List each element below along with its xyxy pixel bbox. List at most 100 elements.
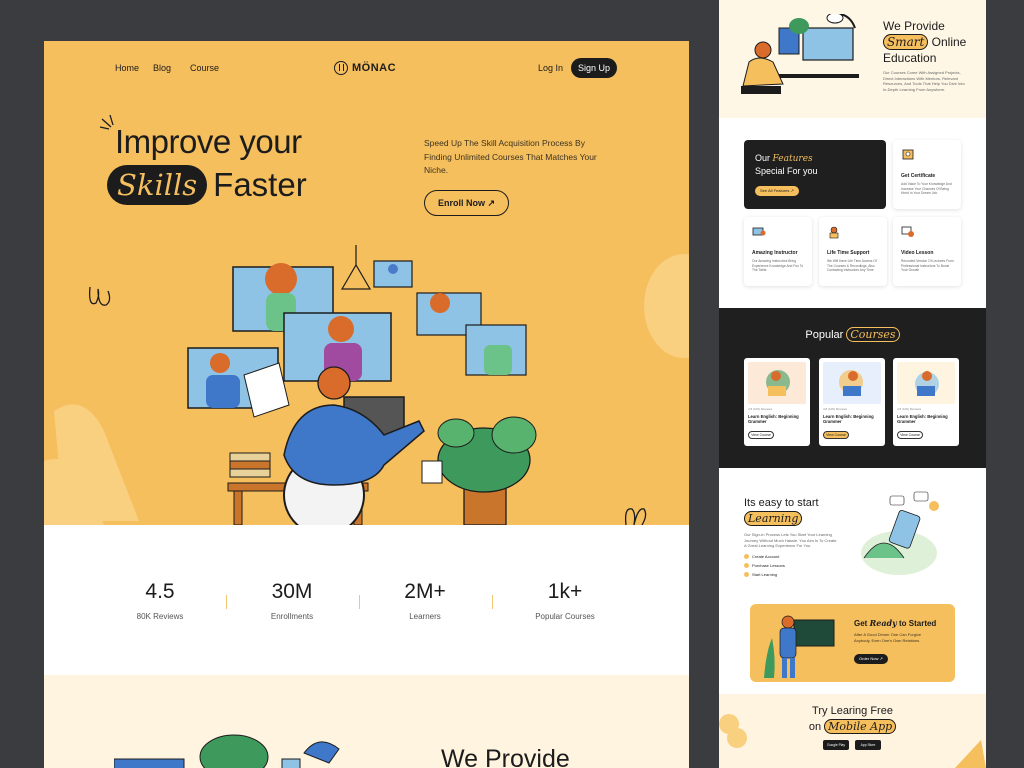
- step-label: Purchase Lessons: [752, 563, 785, 568]
- brand-name: MÖNAC: [352, 62, 397, 74]
- features-heading-pre: Our: [755, 153, 771, 163]
- provide-heading-post: Online: [931, 35, 967, 49]
- feature-title: Life Time Support: [827, 250, 870, 256]
- view-course-button[interactable]: View Course: [897, 431, 923, 439]
- squiggle-icon-bottom: [624, 508, 647, 525]
- course-card[interactable]: 4.8 (100) Reviews Learn English: Beginni…: [893, 358, 959, 446]
- hero-title-line2: Skills Faster: [107, 165, 307, 205]
- app-section: Try Learing Free on Mobile App Google Pl…: [719, 694, 986, 768]
- google-play-button[interactable]: Google Play: [823, 740, 849, 750]
- ready-heading-pre: Get: [854, 619, 868, 628]
- course-card[interactable]: 4.8 (100) Reviews Learn English: Beginni…: [744, 358, 810, 446]
- feature-card-video: Video Lesson Recorded Version Of Lecture…: [893, 217, 961, 286]
- provide-section-preview: We Provide: [44, 675, 689, 768]
- getting-started-section: Its easy to start Learning Our Sign-In P…: [719, 468, 986, 768]
- course-card[interactable]: 4.8 (100) Reviews Learn English: Beginni…: [819, 358, 885, 446]
- app-store-button[interactable]: App Store: [855, 740, 881, 750]
- feature-title: Video Lesson: [901, 250, 934, 256]
- hero-illustration: [187, 245, 537, 525]
- leaf-shape-corner: [955, 740, 986, 768]
- course-meta: 4.8 (100) Reviews: [748, 407, 773, 411]
- stats-section: 4.5 80K Reviews 30M Enrollments 2M+ Lear…: [44, 525, 689, 675]
- feature-card-certificate: Get Certificate Add Value To Your Knowle…: [893, 140, 961, 209]
- brand-logo[interactable]: MÖNAC: [334, 61, 396, 75]
- provide-section: We Provide Smart Online Education Our Co…: [719, 0, 986, 118]
- hero-title-highlight: Skills: [107, 165, 208, 205]
- stat-value: 2M+: [404, 580, 446, 603]
- step-label: Create Account: [752, 554, 780, 559]
- teacher-illustration: [764, 615, 835, 678]
- step-label: Start Learning: [752, 572, 778, 577]
- view-course-button[interactable]: View Course: [748, 431, 774, 439]
- stat-value: 30M: [271, 580, 313, 603]
- certificate-icon: [902, 149, 914, 160]
- landing-page: Home Blog Course Log In MÖNAC Sign Up Im…: [44, 41, 689, 768]
- stat-label: Learners: [409, 612, 441, 621]
- nav-course-link[interactable]: Course: [190, 63, 219, 73]
- login-link[interactable]: Log In: [538, 63, 563, 73]
- step-item: Start Learning: [744, 572, 785, 577]
- nav-blog-link[interactable]: Blog: [153, 63, 171, 73]
- easy-heading: Its easy to start Learning: [744, 496, 819, 527]
- stat-label: 80K Reviews: [136, 612, 184, 621]
- easy-heading-line1: Its easy to start: [744, 497, 819, 509]
- provide-illustration: [114, 734, 340, 768]
- features-section: Our Features Special For you See All Fea…: [719, 118, 986, 308]
- app-heading-highlight: Mobile App: [824, 719, 897, 734]
- video-lesson-icon: [901, 226, 914, 237]
- popular-heading: Popular Courses: [719, 327, 986, 342]
- course-thumbnail: [748, 362, 806, 404]
- easy-heading-highlight: Learning: [744, 511, 803, 526]
- course-thumbnail: [897, 362, 955, 404]
- ready-description: After A Good Dinner One Can Forgive Anyb…: [854, 632, 922, 643]
- order-now-button[interactable]: Order Now ↗: [854, 654, 888, 664]
- popular-heading-highlight: Courses: [846, 327, 900, 342]
- course-illustration: [915, 371, 939, 396]
- learning-illustration: [861, 491, 939, 575]
- page-overview: We Provide Smart Online Education Our Co…: [719, 0, 986, 768]
- course-name: Learn English: Beginning Grammer: [897, 414, 948, 424]
- see-all-features-button[interactable]: See All Features ↗: [755, 186, 799, 196]
- leaf-shape-left: [44, 404, 139, 525]
- stat-courses: 1k+ Popular Courses: [510, 580, 620, 621]
- step-item: Purchase Lessons: [744, 563, 785, 568]
- enroll-now-button[interactable]: Enroll Now ↗: [424, 190, 509, 216]
- provide-heading: We Provide Smart Online Education: [883, 18, 983, 66]
- provide-illustration-small: [741, 14, 859, 94]
- feature-card-instructor: Amazing Instructor Our Amazing Instructo…: [744, 217, 812, 286]
- steps-list: Create Account Purchase Lessons Start Le…: [744, 554, 785, 581]
- stat-rating: 4.5 80K Reviews: [105, 580, 215, 621]
- view-course-button[interactable]: View Course: [823, 431, 849, 439]
- course-illustration: [766, 370, 790, 396]
- feature-desc: Add Value To Your Knowledge And Increase…: [901, 182, 952, 195]
- provide-title: We Provide: [441, 745, 570, 768]
- app-heading-on: on: [808, 721, 822, 733]
- logo-icon: [334, 61, 348, 75]
- popular-heading-pre: Popular: [805, 329, 844, 341]
- features-heading: Our Features Special For you: [755, 152, 818, 177]
- provide-heading-line3: Education: [883, 51, 937, 65]
- course-illustration: [839, 370, 863, 396]
- app-heading-line1: Try Learing Free: [812, 705, 893, 717]
- feature-title: Get Certificate: [901, 173, 936, 179]
- nav-home-link[interactable]: Home: [115, 63, 139, 73]
- provide-heading-line2: Smart Online: [883, 34, 983, 50]
- hero-section: Home Blog Course Log In MÖNAC Sign Up Im…: [44, 41, 689, 525]
- step-item: Create Account: [744, 554, 785, 559]
- stat-label: Enrollments: [270, 612, 314, 621]
- stat-value: 1k+: [547, 580, 583, 603]
- stat-learners: 2M+ Learners: [370, 580, 480, 621]
- instructor-icon: [752, 227, 766, 236]
- stat-divider: [492, 595, 493, 609]
- provide-heading-line1: We Provide: [883, 19, 945, 33]
- ready-heading-post: to Started: [898, 619, 937, 628]
- signup-button[interactable]: Sign Up: [571, 58, 617, 78]
- hero-title-rest: Faster: [213, 166, 307, 203]
- feature-title: Amazing Instructor: [752, 250, 798, 256]
- ready-heading-highlight: Ready: [869, 618, 897, 628]
- ready-banner: Get Ready to Started After A Good Dinner…: [750, 604, 955, 682]
- easy-description: Our Sign-In Process Lets You Start Your …: [744, 532, 837, 548]
- stat-enrollments: 30M Enrollments: [237, 580, 347, 621]
- popular-courses-section: Popular Courses 4.8 (100) Reviews Learn …: [719, 308, 986, 468]
- support-icon: [829, 226, 839, 239]
